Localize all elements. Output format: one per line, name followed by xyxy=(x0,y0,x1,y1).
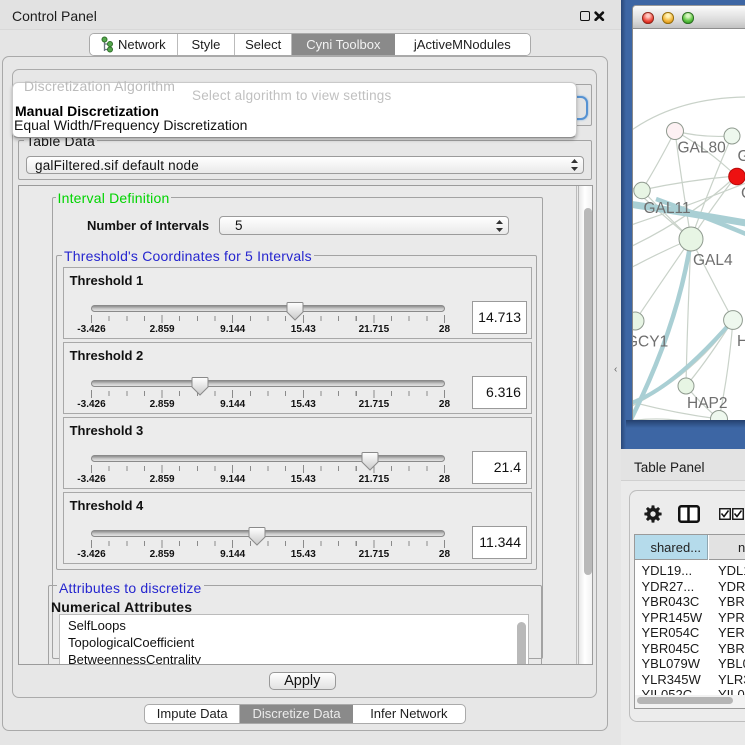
svg-text:GAL4: GAL4 xyxy=(693,252,733,269)
svg-text:GAL80: GAL80 xyxy=(678,140,727,157)
svg-text:GAL11: GAL11 xyxy=(644,200,691,217)
svg-text:GCY1: GCY1 xyxy=(633,334,668,351)
svg-text:C: C xyxy=(741,185,745,202)
svg-text:HAP2: HAP2 xyxy=(687,395,728,412)
svg-text:H: H xyxy=(737,333,745,350)
svg-text:GA: GA xyxy=(738,148,745,165)
